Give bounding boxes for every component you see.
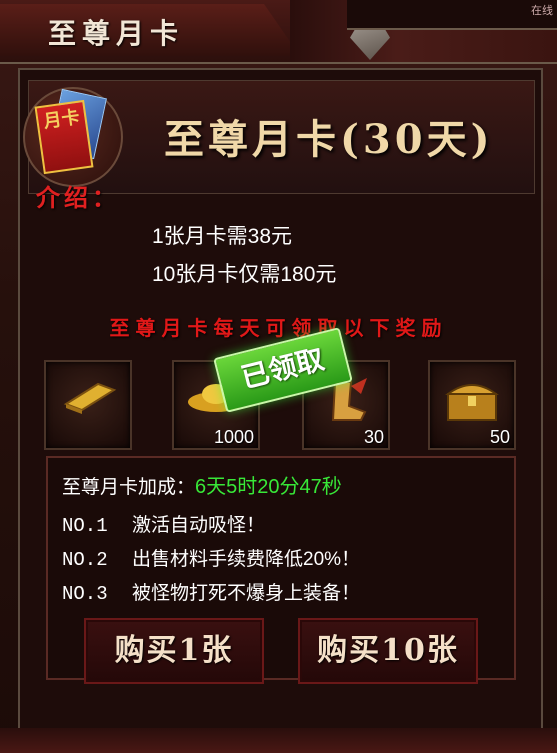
- corner-tab: 在线: [347, 0, 557, 30]
- reward-slot-treasure-chest[interactable]: 50: [428, 360, 516, 450]
- bonus-label: 至尊月卡加成：: [62, 477, 196, 498]
- perk-row: NO.3 被怪物打死不爆身上装备！: [62, 578, 360, 605]
- item-count: 50: [489, 427, 510, 447]
- card-title: 至尊月卡(30天): [164, 116, 494, 163]
- month-card-icon: 月卡: [23, 87, 123, 187]
- corner-text: 在线: [531, 4, 553, 17]
- buy-ten-button[interactable]: 购买10张: [298, 618, 478, 684]
- bonus-status-row: 至尊月卡加成：6天5时20分47秒: [62, 470, 342, 499]
- red-card-icon: 月卡: [34, 99, 94, 175]
- intro-price-single: 1张月卡需38元: [152, 225, 293, 248]
- title-bar: 至尊月卡 在线: [0, 0, 557, 64]
- buy-one-button[interactable]: 购买1张: [84, 618, 264, 684]
- item-count: 30: [363, 427, 384, 447]
- month-card-window: 至尊月卡 在线 月卡 至尊月卡(30天) 介绍： 1张月卡需38元 10张月卡仅…: [0, 0, 557, 753]
- card-header: 月卡 至尊月卡(30天): [23, 80, 535, 194]
- reward-slot-gold-bar[interactable]: [44, 360, 132, 450]
- perk-number: NO.3: [62, 583, 108, 605]
- bottom-trim: [0, 728, 557, 753]
- intro-label: 介绍：: [36, 183, 120, 212]
- item-count: 1000: [213, 427, 254, 447]
- perk-text: 出售材料手续费降低20%！: [132, 549, 361, 570]
- perk-number: NO.1: [62, 515, 108, 537]
- perk-row: NO.1 激活自动吸怪！: [62, 510, 265, 537]
- perk-row: NO.2 出售材料手续费降低20%！: [62, 544, 360, 571]
- gold-bar-icon: [46, 376, 130, 425]
- treasure-chest-icon: [430, 376, 514, 433]
- title-ornament: 在线: [290, 0, 557, 62]
- perk-text: 被怪物打死不爆身上装备！: [132, 583, 361, 604]
- bonus-timer: 6天5时20分47秒: [195, 476, 342, 498]
- reward-heading: 至尊月卡每天可领取以下奖励: [109, 316, 448, 340]
- intro-price-bundle: 10张月卡仅需180元: [152, 263, 337, 286]
- window-title: 至尊月卡: [48, 17, 185, 50]
- perk-text: 激活自动吸怪！: [132, 515, 266, 536]
- perk-number: NO.2: [62, 549, 108, 571]
